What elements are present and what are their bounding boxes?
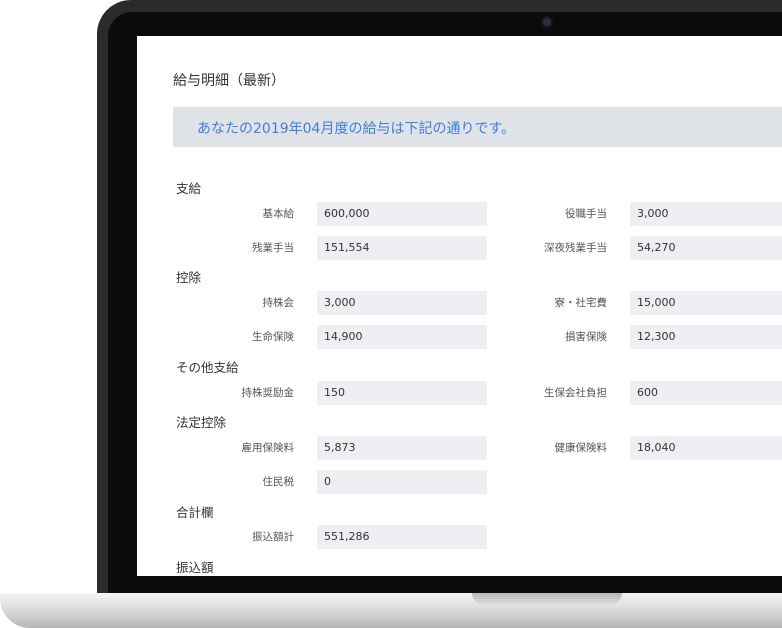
laptop-screen: 給与明細（最新） あなたの2019年04月度の給与は下記の通りです。 支給 基本…	[137, 36, 782, 576]
field-value-life-insurance: 14,900	[317, 325, 487, 349]
field-label-transfer-total: 振込額計	[252, 531, 294, 543]
section-heading-total: 合計欄	[176, 505, 214, 520]
field-label-life-insurance-company-share: 生保会社負担	[544, 387, 607, 399]
field-label-base-salary: 基本給	[262, 208, 295, 220]
field-label-resident-tax: 住民税	[262, 476, 295, 488]
field-value-stock-incentive: 150	[317, 381, 487, 405]
field-value-late-night-allowance: 54,270	[630, 236, 782, 260]
field-value-employment-insurance: 5,873	[317, 436, 487, 460]
field-label-overtime-allowance: 残業手当	[252, 242, 294, 254]
field-value-position-allowance: 3,000	[630, 202, 782, 226]
laptop-notch	[472, 593, 622, 605]
laptop-base	[0, 593, 782, 628]
field-label-late-night-allowance: 深夜残業手当	[544, 242, 607, 254]
field-value-life-insurance-company-share: 600	[630, 381, 782, 405]
camera-icon	[543, 18, 551, 26]
field-label-stock-incentive: 持株奨励金	[241, 387, 295, 399]
info-banner: あなたの2019年04月度の給与は下記の通りです。	[173, 107, 782, 147]
field-label-life-insurance: 生命保険	[252, 331, 294, 343]
field-value-base-salary: 600,000	[317, 202, 487, 226]
banner-text: あなたの2019年04月度の給与は下記の通りです。	[197, 121, 516, 137]
field-value-resident-tax: 0	[317, 470, 487, 494]
field-value-overtime-allowance: 151,554	[317, 236, 487, 260]
section-heading-deduction: 控除	[176, 270, 202, 285]
field-label-health-insurance: 健康保険料	[554, 442, 608, 454]
field-value-health-insurance: 18,040	[630, 436, 782, 460]
field-label-stock-association: 持株会	[262, 297, 295, 309]
field-label-position-allowance: 役職手当	[565, 208, 607, 220]
field-value-damage-insurance: 12,300	[630, 325, 782, 349]
field-value-dorm-housing: 15,000	[630, 291, 782, 315]
field-value-stock-association: 3,000	[317, 291, 487, 315]
field-label-damage-insurance: 損害保険	[565, 331, 607, 343]
section-heading-legal-deduction: 法定控除	[176, 415, 227, 430]
page-title: 給与明細（最新）	[173, 73, 285, 89]
section-heading-payment: 支給	[176, 181, 202, 196]
field-label-dorm-housing: 寮・社宅費	[554, 297, 608, 309]
field-value-transfer-total: 551,286	[317, 525, 487, 549]
field-label-employment-insurance: 雇用保険料	[241, 442, 295, 454]
section-heading-transfer: 振込額	[176, 560, 214, 575]
section-heading-other-payment: その他支給	[176, 360, 239, 375]
